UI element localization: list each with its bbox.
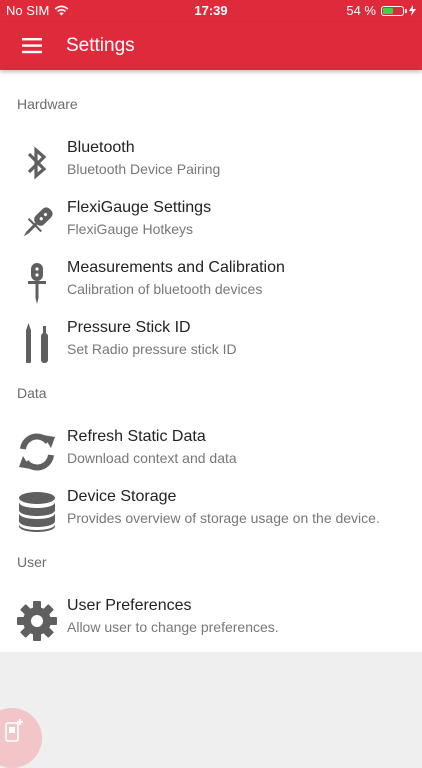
settings-item-pressure-stick[interactable]: Pressure Stick ID Set Radio pressure sti… [0, 315, 422, 371]
empty-background [0, 652, 422, 750]
refresh-icon [15, 430, 59, 474]
item-title: Device Storage [67, 488, 177, 505]
settings-list: Hardware Bluetooth Bluetooth Device Pair… [0, 70, 422, 652]
add-device-icon [5, 719, 23, 742]
item-subtitle: Provides overview of storage usage on th… [67, 510, 380, 526]
settings-item-refresh[interactable]: Refresh Static Data Download context and… [0, 424, 422, 480]
item-subtitle: Calibration of bluetooth devices [67, 281, 263, 297]
calibration-probe-icon [15, 261, 59, 305]
battery-icon [381, 5, 407, 16]
section-header-hardware: Hardware [17, 96, 78, 112]
settings-item-flexigauge[interactable]: FlexiGauge Settings FlexiGauge Hotkeys [0, 195, 422, 251]
settings-item-measurements[interactable]: Measurements and Calibration Calibration… [0, 255, 422, 311]
status-bar: No SIM 17:39 54 % [0, 0, 422, 22]
battery-percent: 54 % [346, 3, 376, 18]
hamburger-menu-icon [22, 38, 42, 54]
item-subtitle: Allow user to change preferences. [67, 619, 279, 635]
settings-item-storage[interactable]: Device Storage Provides overview of stor… [0, 484, 422, 540]
gauge-probe-icon [15, 201, 59, 245]
page-title: Settings [66, 35, 135, 56]
pressure-stick-icon [15, 321, 59, 365]
settings-item-user-preferences[interactable]: User Preferences Allow user to change pr… [0, 593, 422, 649]
section-header-user: User [17, 554, 47, 570]
item-subtitle: Bluetooth Device Pairing [67, 161, 221, 177]
menu-button[interactable] [14, 34, 50, 58]
item-title: Measurements and Calibration [67, 259, 285, 276]
app-bar: Settings [0, 22, 422, 70]
gear-icon [15, 599, 59, 643]
item-title: Refresh Static Data [67, 428, 206, 445]
database-icon [15, 490, 59, 534]
bolt-icon [409, 5, 416, 16]
item-title: FlexiGauge Settings [67, 199, 212, 216]
bluetooth-icon [15, 141, 59, 185]
settings-item-bluetooth[interactable]: Bluetooth Bluetooth Device Pairing [0, 135, 422, 191]
battery-level-fill [383, 7, 393, 14]
item-title: Bluetooth [67, 139, 135, 156]
item-title: User Preferences [67, 597, 192, 614]
item-title: Pressure Stick ID [67, 319, 191, 336]
item-subtitle: FlexiGauge Hotkeys [67, 221, 194, 237]
battery-group: 54 % [346, 3, 416, 18]
section-header-data: Data [17, 385, 47, 401]
item-subtitle: Set Radio pressure stick ID [67, 341, 237, 357]
item-subtitle: Download context and data [67, 450, 237, 466]
